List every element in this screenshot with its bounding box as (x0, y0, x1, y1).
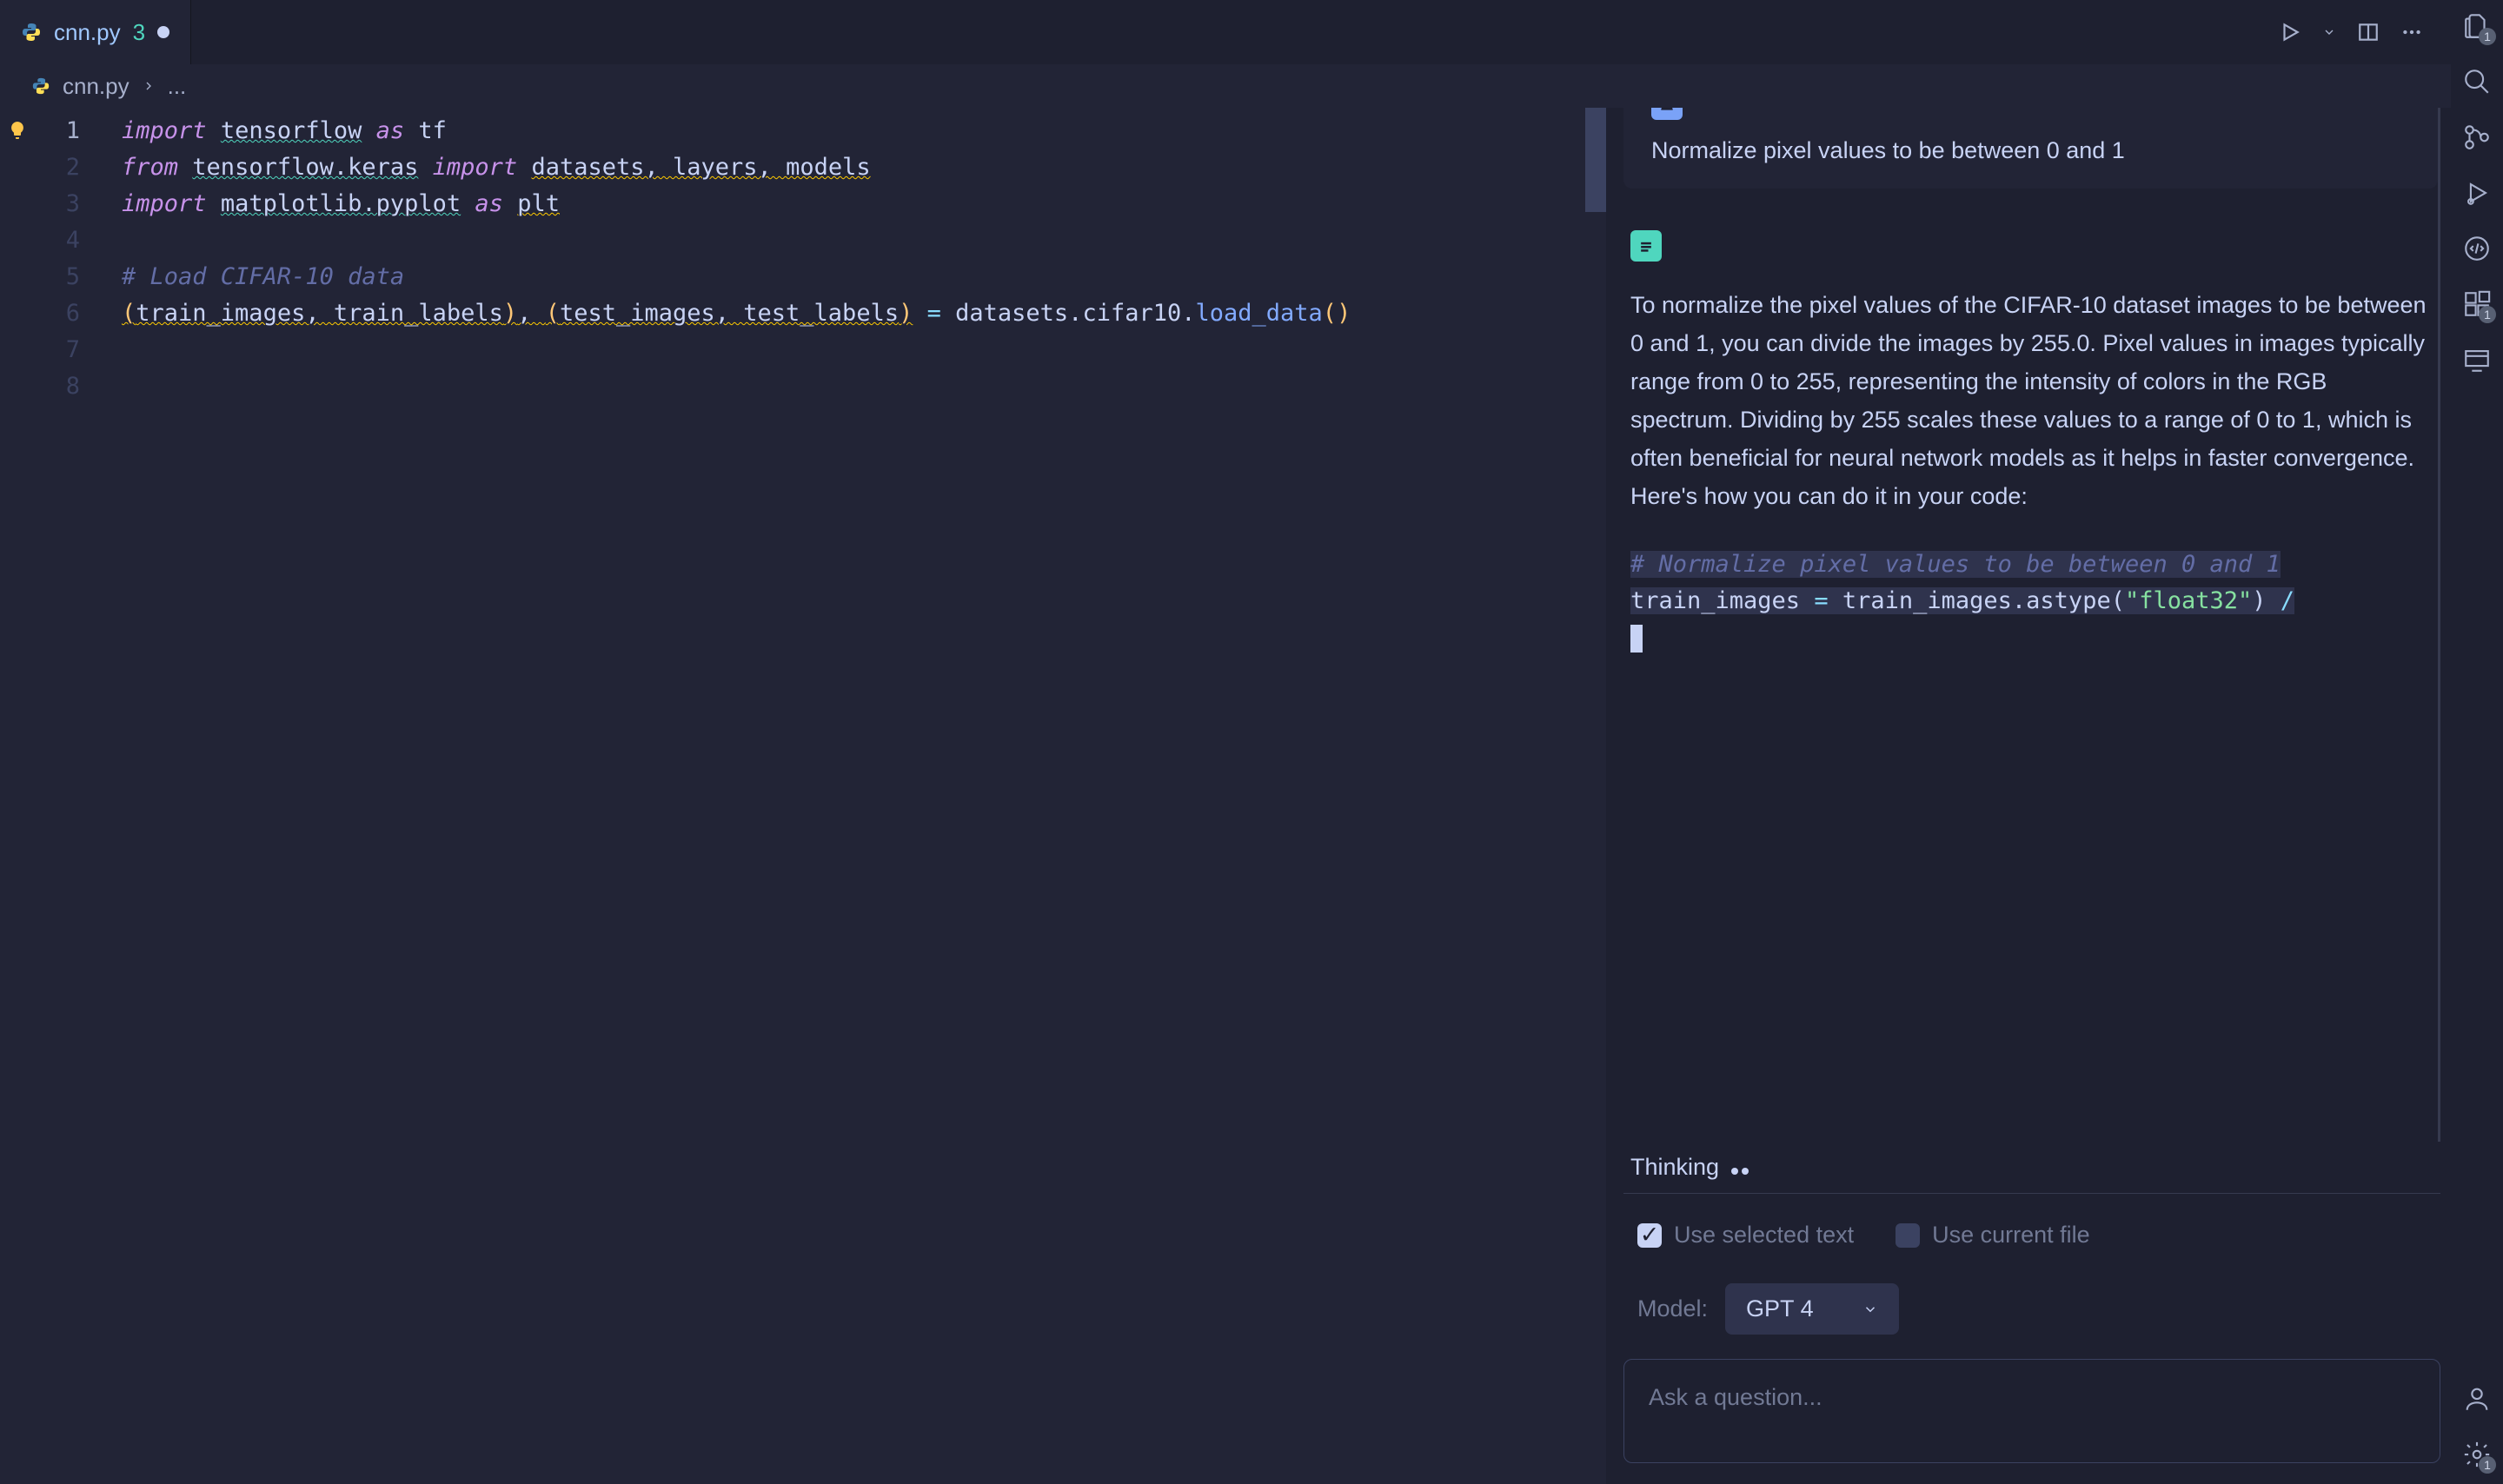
breadcrumb-filename: cnn.py (63, 73, 129, 100)
python-icon (21, 22, 42, 43)
edit-message-button[interactable] (2391, 108, 2413, 111)
thinking-status: Thinking (1623, 1142, 2440, 1193)
lightbulb-icon[interactable] (7, 120, 28, 141)
chat-pane: ASKCODI Normalize pixel values to be bet… (1606, 108, 2451, 1484)
ai-message: To normalize the pixel values of the CIF… (1623, 230, 2438, 656)
run-button[interactable] (2279, 21, 2301, 43)
unsaved-dot-icon (157, 26, 169, 38)
model-select[interactable]: GPT 4 (1725, 1283, 1899, 1335)
use-current-file-checkbox[interactable]: Use current file (1896, 1222, 2090, 1249)
account-button[interactable] (2461, 1383, 2493, 1414)
more-actions-button[interactable] (2400, 21, 2423, 43)
settings-badge: 1 (2479, 1456, 2496, 1474)
user-message: Normalize pixel values to be between 0 a… (1623, 108, 2438, 189)
ai-code-block: # Normalize pixel values to be between 0… (1630, 547, 2431, 656)
user-message-text: Normalize pixel values to be between 0 a… (1651, 137, 2410, 164)
minimap-thumb[interactable] (1585, 108, 1606, 212)
user-avatar-icon (1651, 108, 1683, 120)
activity-bar: 1 1 1 (2451, 0, 2503, 1484)
extensions-button[interactable]: 1 (2461, 288, 2493, 320)
settings-button[interactable]: 1 (2461, 1439, 2493, 1470)
chevron-right-icon (142, 79, 156, 93)
model-label: Model: (1637, 1295, 1708, 1322)
breadcrumb-trail: ... (168, 73, 187, 100)
minimap[interactable] (1585, 108, 1606, 1484)
tab-filename: cnn.py (54, 19, 121, 46)
explorer-button[interactable]: 1 (2461, 10, 2493, 42)
explorer-badge: 1 (2479, 28, 2496, 45)
tab-bar: cnn.py 3 (0, 0, 2451, 64)
ai-response-text: To normalize the pixel values of the CIF… (1630, 286, 2431, 515)
source-control-button[interactable] (2461, 122, 2493, 153)
ai-avatar-icon (1630, 230, 1662, 262)
use-selected-text-checkbox[interactable]: ✓ Use selected text (1637, 1222, 1854, 1249)
breadcrumb[interactable]: cnn.py ... (0, 64, 2451, 108)
run-debug-button[interactable] (2461, 177, 2493, 209)
line-gutter: 1 2 3 4 5 6 7 8 (0, 108, 122, 1484)
chat-input[interactable]: Ask a question... (1623, 1359, 2440, 1463)
python-icon (31, 76, 50, 96)
chevron-down-icon (1862, 1302, 1878, 1317)
remote-button[interactable] (2461, 344, 2493, 375)
extensions-badge: 1 (2479, 306, 2496, 323)
tab-warning-count: 3 (133, 19, 145, 46)
code-area[interactable]: import tensorflow as tf from tensorflow.… (122, 108, 1606, 1484)
checkbox-unchecked-icon (1896, 1223, 1920, 1248)
search-button[interactable] (2461, 66, 2493, 97)
split-editor-button[interactable] (2357, 21, 2380, 43)
editor-pane[interactable]: 1 2 3 4 5 6 7 8 import tensorflow as tf … (0, 108, 1606, 1484)
run-dropdown[interactable] (2322, 25, 2336, 39)
checkbox-checked-icon: ✓ (1637, 1223, 1662, 1248)
tab-cnn-py[interactable]: cnn.py 3 (0, 0, 191, 64)
cursor-icon (1630, 625, 1643, 653)
askcodi-button[interactable] (2461, 233, 2493, 264)
